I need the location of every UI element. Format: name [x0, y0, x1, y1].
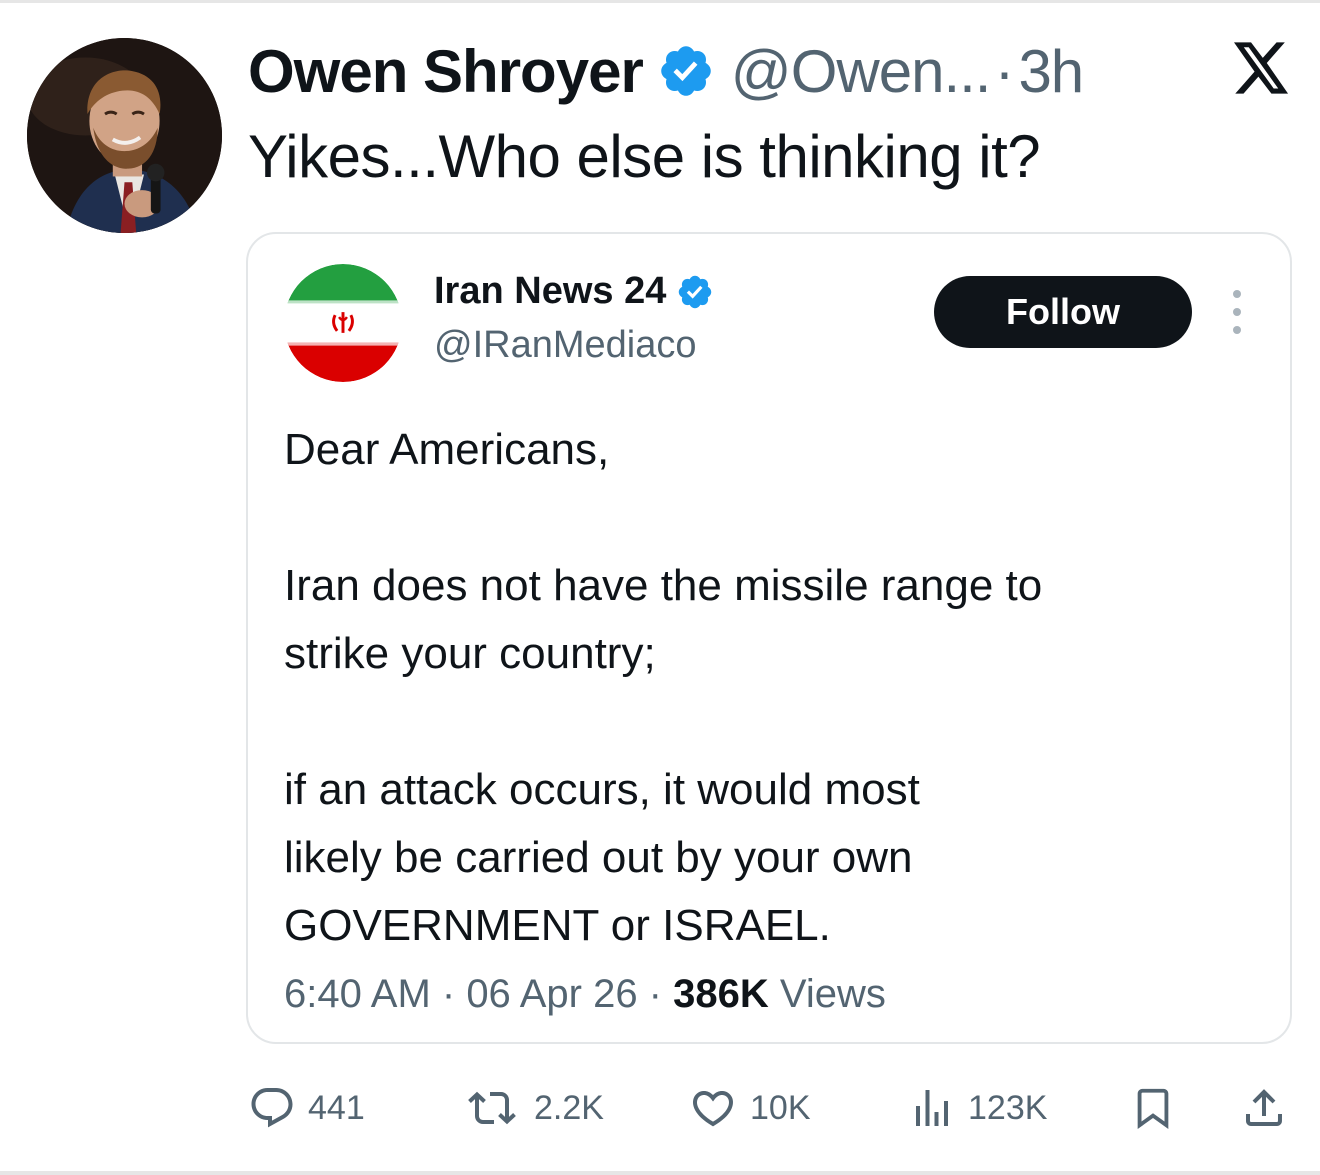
- quoted-views-count: 386K: [673, 972, 769, 1016]
- quoted-date[interactable]: 06 Apr 26: [466, 972, 637, 1016]
- views-count: 123K: [968, 1088, 1048, 1127]
- quoted-body-line: likely be carried out by your own: [284, 833, 913, 882]
- author-avatar[interactable]: [27, 38, 222, 233]
- author-name[interactable]: Owen Shroyer: [248, 37, 644, 106]
- views-icon: [916, 1090, 948, 1126]
- more-icon[interactable]: [1226, 290, 1248, 334]
- quoted-body: Dear Americans, Iran does not have the m…: [284, 416, 1264, 960]
- bookmark-button[interactable]: [1130, 1084, 1176, 1132]
- views-button[interactable]: 123K: [908, 1084, 1047, 1132]
- x-logo-icon: [1234, 42, 1290, 94]
- quoted-avatar[interactable]: [284, 264, 402, 382]
- repost-count: 2.2K: [534, 1088, 604, 1127]
- top-divider: [0, 0, 1320, 3]
- quoted-time[interactable]: 6:40 AM: [284, 972, 431, 1016]
- quoted-body-line: strike your country;: [284, 629, 656, 678]
- verified-icon: [676, 273, 714, 311]
- verified-icon: [657, 42, 715, 100]
- quoted-body-line: if an attack occurs, it would most: [284, 765, 920, 814]
- quoted-name-row: Iran News 24: [434, 270, 714, 313]
- bottom-divider: [0, 1171, 1320, 1175]
- reply-count: 441: [308, 1088, 365, 1127]
- reply-button[interactable]: 441: [248, 1084, 365, 1132]
- repost-button[interactable]: 2.2K: [462, 1084, 604, 1132]
- share-icon: [1246, 1089, 1282, 1126]
- quoted-body-line: Iran does not have the missile range to: [284, 561, 1043, 610]
- share-button[interactable]: [1240, 1084, 1288, 1132]
- quoted-author-name[interactable]: Iran News 24: [434, 270, 666, 313]
- quoted-body-line: GOVERNMENT or ISRAEL.: [284, 901, 831, 950]
- quoted-views-label: Views: [779, 972, 886, 1016]
- post-time[interactable]: 3h: [1018, 37, 1084, 106]
- bookmark-icon: [1137, 1088, 1169, 1129]
- quoted-author-handle[interactable]: @IRanMediaco: [434, 324, 696, 367]
- quoted-body-line: Dear Americans,: [284, 425, 610, 474]
- like-count: 10K: [750, 1088, 811, 1127]
- quoted-meta: 6:40 AM · 06 Apr 26 · 386K Views: [284, 972, 886, 1016]
- like-icon: [692, 1091, 734, 1127]
- follow-button[interactable]: Follow: [934, 276, 1192, 348]
- reply-icon: [251, 1088, 293, 1128]
- like-button[interactable]: 10K: [688, 1084, 811, 1132]
- post-text: Yikes...Who else is thinking it?: [248, 123, 1041, 190]
- quoted-post-card[interactable]: Iran News 24 @IRanMediaco Follow Dear Am…: [246, 232, 1292, 1044]
- post-header: Owen Shroyer @Owen... · 3h: [248, 36, 1084, 106]
- separator-dot: ·: [994, 37, 1015, 105]
- author-handle[interactable]: @Owen...: [731, 37, 992, 106]
- repost-icon: [468, 1091, 516, 1125]
